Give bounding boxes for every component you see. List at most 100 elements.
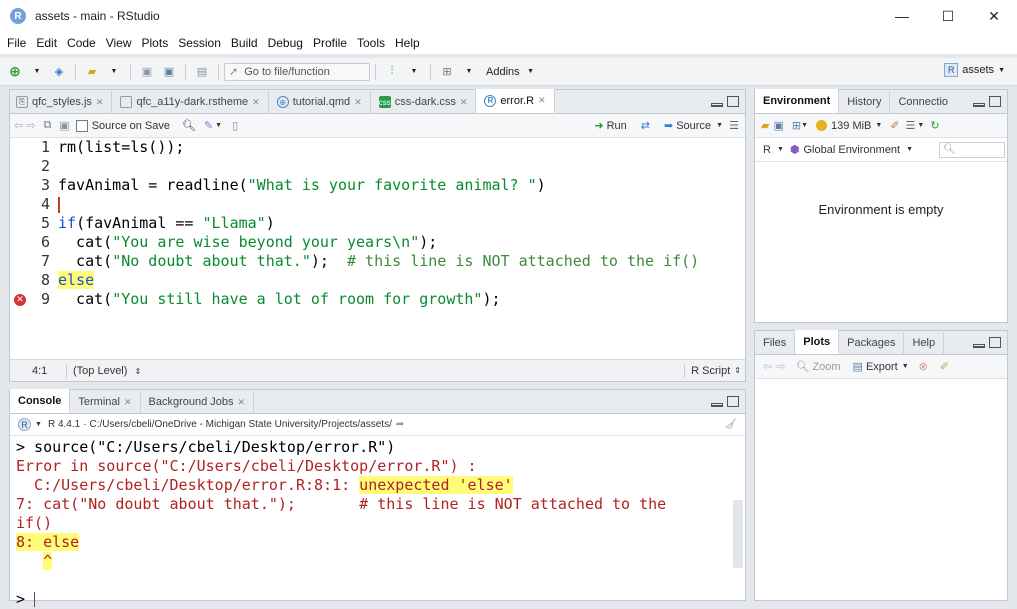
export-button[interactable]: ▤ Export ▼ <box>853 360 909 374</box>
run-button[interactable]: ➜ Run <box>594 119 626 133</box>
save-workspace-icon[interactable]: ▣ <box>773 119 783 132</box>
pane-layout-icon[interactable]: ⊞ <box>438 63 456 81</box>
language-selector[interactable]: R <box>763 144 771 156</box>
code-line[interactable]: 6 cat("You are wise beyond your years\n"… <box>10 233 745 252</box>
tab-console[interactable]: Console <box>10 389 71 413</box>
close-icon[interactable]: ✕ <box>252 97 260 108</box>
code-line[interactable]: 5 if(favAnimal == "Llama") <box>10 214 745 233</box>
addins-menu[interactable]: Addins <box>486 66 520 78</box>
console-output[interactable]: > source("C:/Users/cbeli/Desktop/error.R… <box>10 438 731 608</box>
rerun-icon[interactable]: ⇄ <box>641 119 650 132</box>
maximize-pane-icon[interactable] <box>727 396 739 407</box>
code-line[interactable]: 8 else <box>10 271 745 290</box>
chevron-down-icon[interactable]: ▼ <box>906 146 913 153</box>
tab-plots[interactable]: Plots <box>795 330 840 354</box>
menu-profile[interactable]: Profile <box>308 36 352 50</box>
tab-files[interactable]: Files <box>755 332 796 354</box>
clear-console-icon[interactable]: 🧹︎ <box>724 419 737 430</box>
search-icon[interactable]: 🔍︎ <box>182 119 196 132</box>
close-icon[interactable]: ✕ <box>538 95 546 106</box>
memory-usage[interactable]: 139 MiB <box>831 120 871 132</box>
chevron-down-icon[interactable]: ▼ <box>215 122 222 129</box>
tab-connections[interactable]: Connectio <box>890 91 956 113</box>
remove-plot-icon[interactable]: ⊗ <box>919 360 928 373</box>
tab-terminal[interactable]: Terminal ✕ <box>70 391 141 413</box>
print-icon[interactable]: ▤ <box>193 63 211 81</box>
save-all-icon[interactable]: ▣ <box>160 63 178 81</box>
close-icon[interactable]: ✕ <box>460 97 468 108</box>
minimize-pane-icon[interactable] <box>711 103 723 107</box>
tab-packages[interactable]: Packages <box>839 332 905 354</box>
tab-qfc-a11y-dark[interactable]: qfc_a11y-dark.rstheme ✕ <box>112 91 269 113</box>
menu-edit[interactable]: Edit <box>31 36 62 50</box>
chevron-down-icon[interactable]: ▼ <box>28 63 46 81</box>
source-button[interactable]: ➥ Source ▼ <box>664 119 723 133</box>
chevron-down-icon[interactable]: ▼ <box>875 122 882 129</box>
menu-view[interactable]: View <box>101 36 137 50</box>
chevron-down-icon[interactable]: ▼ <box>460 63 478 81</box>
previous-plot-icon[interactable]: ⇦ <box>763 360 772 373</box>
save-icon[interactable]: ▣ <box>59 119 69 132</box>
menu-code[interactable]: Code <box>62 36 101 50</box>
tab-help[interactable]: Help <box>904 332 945 354</box>
code-line[interactable]: 3 favAnimal = readline("What is your favo… <box>10 176 745 195</box>
scope-selector[interactable]: (Top Level) ⇕ <box>73 365 141 377</box>
code-editor[interactable]: 1 rm(list=ls()); 2 3 favAnimal = readline("W… <box>10 138 745 359</box>
console-scrollbar[interactable] <box>733 500 743 568</box>
close-icon[interactable]: ✕ <box>124 397 132 408</box>
menu-tools[interactable]: Tools <box>352 36 390 50</box>
code-tools-wand-icon[interactable]: ✎ <box>204 119 213 132</box>
project-menu[interactable]: R assets ▼ <box>944 63 1005 77</box>
chevron-down-icon[interactable]: ▼ <box>522 63 540 81</box>
compile-report-icon[interactable]: ▯ <box>232 119 238 132</box>
refresh-icon[interactable]: ↻ <box>930 119 939 132</box>
menu-session[interactable]: Session <box>173 36 226 50</box>
close-icon[interactable]: ✕ <box>96 97 104 108</box>
maximize-pane-icon[interactable] <box>989 337 1001 348</box>
tab-history[interactable]: History <box>839 91 891 113</box>
chevron-down-icon[interactable]: ▼ <box>777 146 784 153</box>
menu-build[interactable]: Build <box>226 36 263 50</box>
file-type-selector[interactable]: R Script ⇕ <box>684 363 741 378</box>
environment-search-input[interactable]: 🔍︎ <box>939 141 1005 158</box>
tab-qfc-styles[interactable]: ⎘ qfc_styles.js ✕ <box>10 91 113 113</box>
goto-file-input[interactable]: ➚ Go to file/function <box>224 62 370 81</box>
chevron-down-icon[interactable]: ▼ <box>405 63 423 81</box>
chevron-down-icon[interactable]: ▼ <box>801 122 808 129</box>
show-in-window-icon[interactable]: ⧉ <box>43 119 51 132</box>
close-icon[interactable]: ✕ <box>354 97 362 108</box>
chevron-down-icon[interactable]: ▼ <box>35 421 42 428</box>
code-line[interactable]: 7 cat("No doubt about that."); # this li… <box>10 252 745 271</box>
close-button[interactable]: ✕ <box>971 0 1017 32</box>
save-icon[interactable]: ▣ <box>138 63 156 81</box>
clear-plots-broom-icon[interactable]: ✐ <box>940 360 949 373</box>
maximize-pane-icon[interactable] <box>727 96 739 107</box>
open-folder-icon[interactable]: ▰ <box>83 63 101 81</box>
chevron-down-icon[interactable]: ▼ <box>917 122 924 129</box>
minimize-pane-icon[interactable] <box>711 403 723 407</box>
minimize-pane-icon[interactable] <box>973 103 985 107</box>
list-view-icon[interactable]: ☰ <box>906 119 916 132</box>
back-arrow-icon[interactable]: ⇦ <box>14 119 23 132</box>
minimize-button[interactable]: — <box>879 0 925 32</box>
import-dataset-icon[interactable]: ⊞ <box>792 119 801 132</box>
tab-tutorial[interactable]: ⊕ tutorial.qmd ✕ <box>269 91 371 113</box>
tab-background-jobs[interactable]: Background Jobs ✕ <box>141 391 255 413</box>
menu-file[interactable]: File <box>2 36 31 50</box>
tab-environment[interactable]: Environment <box>755 89 840 113</box>
load-workspace-icon[interactable]: ▰ <box>761 119 769 132</box>
document-outline-icon[interactable]: ☰ <box>729 119 739 132</box>
source-on-save-checkbox[interactable] <box>75 119 88 132</box>
tab-css-dark[interactable]: css css-dark.css ✕ <box>371 91 477 113</box>
maximize-pane-icon[interactable] <box>989 96 1001 107</box>
working-directory[interactable]: C:/Users/cbeli/OneDrive - Michigan State… <box>90 419 392 430</box>
code-line[interactable]: 1 rm(list=ls()); <box>10 138 745 157</box>
code-line[interactable]: ✕ 9 cat("You still have a lot of room for… <box>10 290 745 309</box>
clear-objects-broom-icon[interactable]: ✐ <box>890 119 899 132</box>
new-file-icon[interactable]: ⊕ <box>6 63 24 81</box>
code-line[interactable]: 2 <box>10 157 745 176</box>
forward-arrow-icon[interactable]: ⇨ <box>26 119 35 132</box>
git-icon[interactable]: ⫶ <box>383 63 401 81</box>
environment-selector[interactable]: Global Environment <box>804 144 901 156</box>
next-plot-icon[interactable]: ⇨ <box>776 360 785 373</box>
